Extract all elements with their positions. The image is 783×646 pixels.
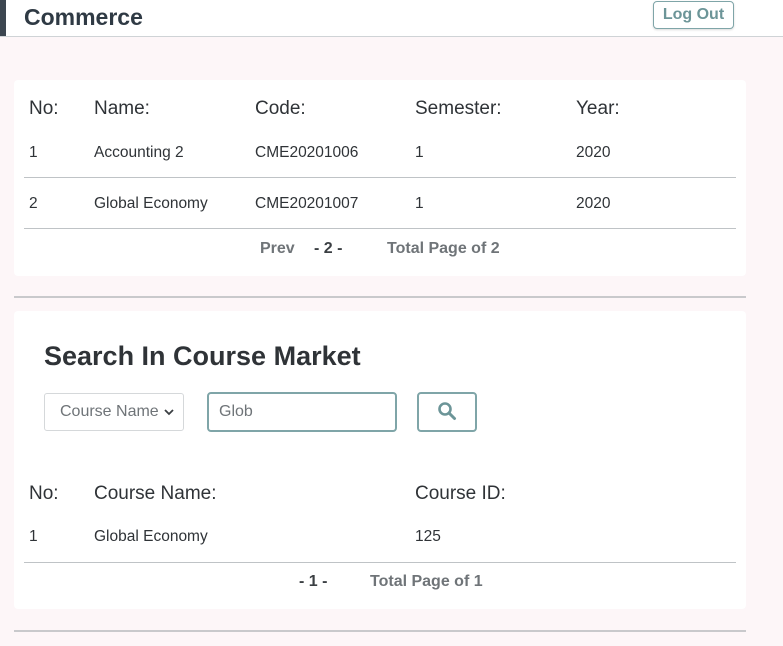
chevron-down-icon — [163, 406, 175, 421]
column-header-no: No: — [29, 483, 59, 504]
column-header-semester: Semester: — [415, 98, 502, 119]
column-header-no: No: — [29, 98, 59, 119]
column-header-year: Year: — [576, 98, 620, 119]
cell-code: CME20201007 — [255, 195, 359, 212]
search-input[interactable] — [207, 392, 397, 432]
section-divider — [14, 296, 746, 298]
total-pages: Total Page of 1 — [370, 573, 483, 590]
course-market-card: Search In Course Market Course Name No: … — [14, 311, 746, 609]
cell-semester: 1 — [415, 195, 424, 212]
cell-year: 2020 — [576, 144, 611, 161]
select-value: Course Name — [60, 403, 159, 420]
cell-no: 2 — [29, 195, 38, 212]
row-divider — [24, 177, 736, 178]
section-divider — [14, 630, 746, 632]
cell-course-name: Global Economy — [94, 528, 208, 545]
cell-course-id: 125 — [415, 528, 441, 545]
courses-card: No: Name: Code: Semester: Year: 1 Accoun… — [14, 80, 746, 276]
section-title: Search In Course Market — [44, 341, 361, 371]
search-button[interactable] — [417, 392, 477, 432]
cell-code: CME20201006 — [255, 144, 359, 161]
column-header-code: Code: — [255, 98, 306, 119]
column-header-course-name: Course Name: — [94, 483, 217, 504]
logout-button[interactable]: Log Out — [653, 1, 734, 29]
cell-year: 2020 — [576, 195, 611, 212]
search-field-select[interactable]: Course Name — [44, 393, 184, 431]
cell-no: 1 — [29, 144, 38, 161]
total-pages: Total Page of 2 — [387, 240, 500, 257]
top-navbar: Commerce Log Out — [0, 0, 783, 37]
brand-title: Commerce — [24, 4, 143, 30]
navbar-accent-bar — [0, 0, 6, 36]
current-page: - 2 - — [314, 240, 343, 257]
row-divider — [24, 562, 736, 563]
search-icon — [437, 401, 457, 424]
cell-name: Global Economy — [94, 195, 208, 212]
row-divider — [24, 228, 736, 229]
cell-name: Accounting 2 — [94, 144, 184, 161]
current-page: - 1 - — [299, 573, 328, 590]
cell-no: 1 — [29, 528, 38, 545]
prev-page-link[interactable]: Prev — [260, 240, 295, 258]
column-header-course-id: Course ID: — [415, 483, 506, 504]
cell-semester: 1 — [415, 144, 424, 161]
column-header-name: Name: — [94, 98, 150, 119]
